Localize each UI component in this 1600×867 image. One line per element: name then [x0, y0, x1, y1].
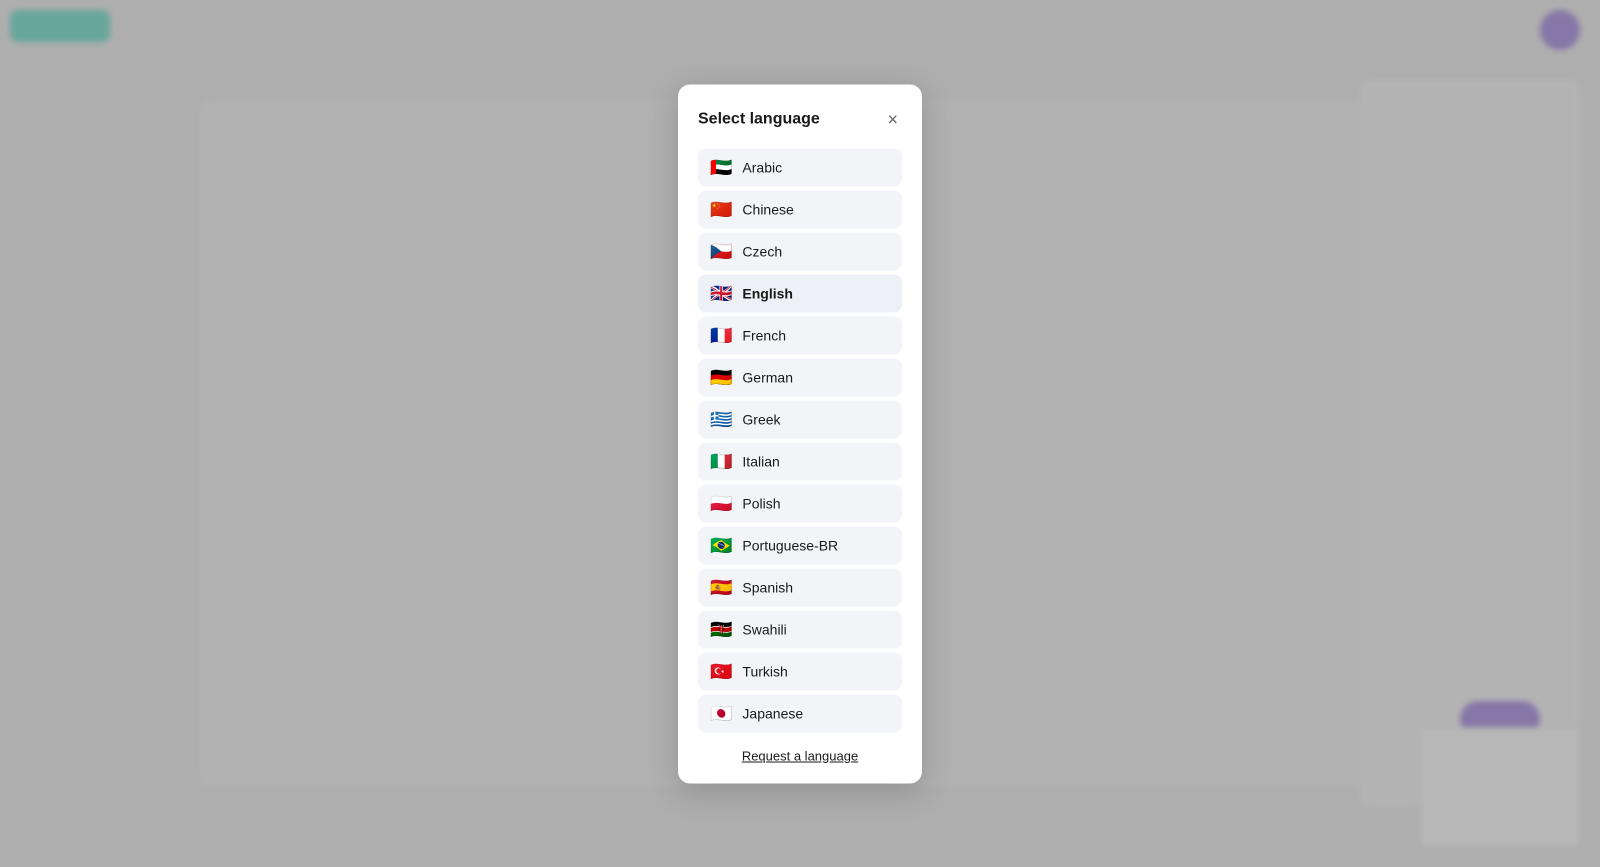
language-item-spanish[interactable]: 🇪🇸 Spanish — [698, 568, 902, 606]
language-item-arabic[interactable]: 🇦🇪 Arabic — [698, 148, 902, 186]
language-item-turkish[interactable]: 🇹🇷 Turkish — [698, 652, 902, 690]
flag-icon-german: 🇩🇪 — [710, 368, 732, 386]
language-item-chinese[interactable]: 🇨🇳 Chinese — [698, 190, 902, 228]
flag-icon-turkish: 🇹🇷 — [710, 662, 732, 680]
language-item-czech[interactable]: 🇨🇿 Czech — [698, 232, 902, 270]
language-item-swahili[interactable]: 🇰🇪 Swahili — [698, 610, 902, 648]
modal-title: Select language — [698, 110, 820, 128]
language-item-japanese[interactable]: 🇯🇵 Japanese — [698, 694, 902, 732]
close-button[interactable]: × — [883, 108, 902, 130]
language-name-turkish: Turkish — [742, 663, 787, 679]
language-name-english: English — [742, 285, 793, 301]
language-name-greek: Greek — [742, 411, 780, 427]
language-name-polish: Polish — [742, 495, 780, 511]
language-item-french[interactable]: 🇫🇷 French — [698, 316, 902, 354]
flag-icon-spanish: 🇪🇸 — [710, 578, 732, 596]
language-item-german[interactable]: 🇩🇪 German — [698, 358, 902, 396]
flag-icon-japanese: 🇯🇵 — [710, 704, 732, 722]
language-name-swahili: Swahili — [742, 621, 786, 637]
language-name-spanish: Spanish — [742, 579, 793, 595]
flag-icon-swahili: 🇰🇪 — [710, 620, 732, 638]
flag-icon-english: 🇬🇧 — [710, 284, 732, 302]
language-name-arabic: Arabic — [742, 159, 782, 175]
flag-icon-chinese: 🇨🇳 — [710, 200, 732, 218]
modal-header: Select language × — [698, 108, 902, 130]
language-item-english[interactable]: 🇬🇧 English — [698, 274, 902, 312]
request-language-link[interactable]: Request a language — [698, 748, 902, 763]
language-list: 🇦🇪 Arabic 🇨🇳 Chinese 🇨🇿 Czech 🇬🇧 English 🇫🇷 Frenc… — [698, 148, 902, 732]
flag-icon-french: 🇫🇷 — [710, 326, 732, 344]
flag-icon-portuguese-br: 🇧🇷 — [710, 536, 732, 554]
language-name-czech: Czech — [742, 243, 782, 259]
language-item-greek[interactable]: 🇬🇷 Greek — [698, 400, 902, 438]
language-item-italian[interactable]: 🇮🇹 Italian — [698, 442, 902, 480]
flag-icon-arabic: 🇦🇪 — [710, 158, 732, 176]
language-item-polish[interactable]: 🇵🇱 Polish — [698, 484, 902, 522]
language-name-portuguese-br: Portuguese-BR — [742, 537, 838, 553]
language-name-japanese: Japanese — [742, 705, 803, 721]
language-name-german: German — [742, 369, 793, 385]
flag-icon-greek: 🇬🇷 — [710, 410, 732, 428]
flag-icon-italian: 🇮🇹 — [710, 452, 732, 470]
language-item-portuguese-br[interactable]: 🇧🇷 Portuguese-BR — [698, 526, 902, 564]
language-name-chinese: Chinese — [742, 201, 793, 217]
flag-icon-polish: 🇵🇱 — [710, 494, 732, 512]
language-select-modal: Select language × 🇦🇪 Arabic 🇨🇳 Chinese 🇨🇿 Cze… — [678, 84, 922, 783]
flag-icon-czech: 🇨🇿 — [710, 242, 732, 260]
language-name-french: French — [742, 327, 786, 343]
language-name-italian: Italian — [742, 453, 779, 469]
